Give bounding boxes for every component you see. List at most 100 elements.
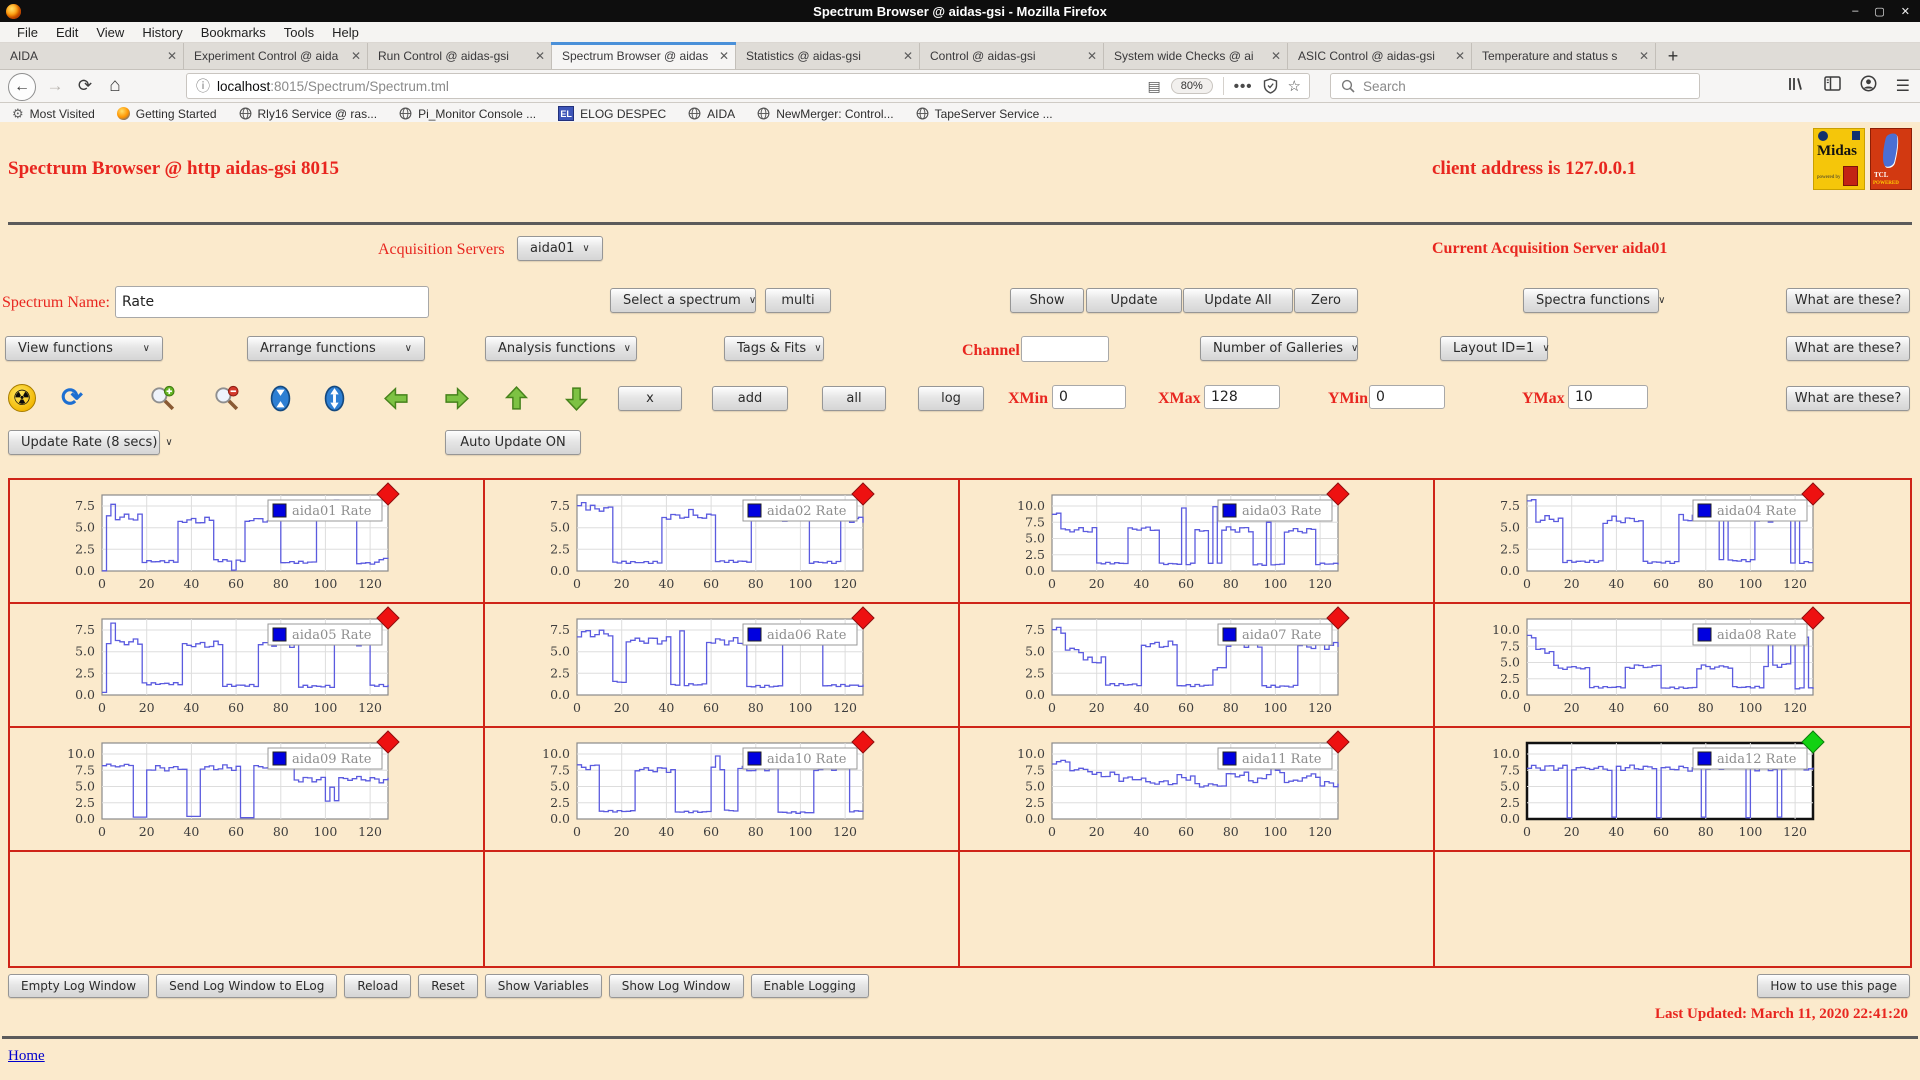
empty-log-window-button[interactable]: Empty Log Window bbox=[8, 974, 150, 998]
page-actions-icon[interactable]: ••• bbox=[1234, 78, 1253, 95]
all-button[interactable]: all bbox=[822, 386, 886, 411]
tab-close-icon[interactable]: ✕ bbox=[903, 49, 913, 63]
menu-help[interactable]: Help bbox=[323, 24, 368, 41]
tab-statistics-aidas-gsi[interactable]: Statistics @ aidas-gsi ✕ bbox=[736, 43, 920, 69]
bookmark-rly16-service-ras[interactable]: Rly16 Service @ ras... bbox=[239, 107, 377, 121]
zero-button[interactable]: Zero bbox=[1294, 288, 1358, 313]
tab-aida[interactable]: AIDA ✕ bbox=[0, 43, 184, 69]
ymax-input[interactable] bbox=[1568, 385, 1648, 409]
bookmark-tapeserver-service[interactable]: TapeServer Service ... bbox=[916, 107, 1053, 121]
number-of-galleries-dropdown[interactable]: Number of Galleries ∨ bbox=[1200, 336, 1358, 361]
library-icon[interactable] bbox=[1787, 76, 1805, 97]
new-tab-button[interactable]: + bbox=[1656, 43, 1690, 69]
arrange-functions-dropdown[interactable]: Arrange functions ∨ bbox=[247, 336, 425, 361]
spectrum-chart-cell-10[interactable]: 0.0 2.5 5.0 7.5 10.0 0 20 40 60 80 100 120 aida10 Ra… bbox=[485, 728, 960, 852]
select-spectrum-dropdown[interactable]: Select a spectrum ∨ bbox=[610, 288, 756, 313]
what-are-these-button-2[interactable]: What are these? bbox=[1786, 336, 1910, 361]
expand-vertical-icon[interactable] bbox=[320, 384, 348, 412]
show-log-window-button[interactable]: Show Log Window bbox=[608, 974, 744, 998]
tab-close-icon[interactable]: ✕ bbox=[1455, 49, 1465, 63]
reader-mode-icon[interactable]: ▤ bbox=[1148, 78, 1161, 95]
spectrum-chart-cell-2[interactable]: 0.0 2.5 5.0 7.5 0 20 40 60 80 100 120 aida02 Rate bbox=[485, 480, 960, 604]
arrow-left-icon[interactable] bbox=[382, 384, 410, 412]
log-button[interactable]: log bbox=[918, 386, 984, 411]
tab-close-icon[interactable]: ✕ bbox=[1639, 49, 1649, 63]
zoom-in-icon[interactable] bbox=[148, 384, 176, 412]
tab-close-icon[interactable]: ✕ bbox=[1087, 49, 1097, 63]
spectra-functions-dropdown[interactable]: Spectra functions ∨ bbox=[1523, 288, 1665, 313]
home-button[interactable]: ⌂ bbox=[102, 73, 128, 99]
tab-spectrum-browser-aidas[interactable]: Spectrum Browser @ aidas ✕ bbox=[551, 42, 736, 69]
back-button[interactable]: ← bbox=[8, 73, 36, 101]
ymin-input[interactable] bbox=[1369, 385, 1445, 409]
pocket-shield-icon[interactable] bbox=[1263, 78, 1278, 94]
acquisition-server-select[interactable]: aida01 ∨ bbox=[517, 236, 603, 261]
spectrum-chart-cell-7[interactable]: 0.0 2.5 5.0 7.5 0 20 40 60 80 100 120 aida07 Rate bbox=[960, 604, 1435, 728]
what-are-these-button-3[interactable]: What are these? bbox=[1786, 386, 1910, 411]
view-functions-dropdown[interactable]: View functions ∨ bbox=[5, 336, 163, 361]
bookmark-star-icon[interactable]: ☆ bbox=[1288, 77, 1301, 95]
arrow-down-icon[interactable] bbox=[562, 384, 590, 412]
spectrum-name-input[interactable] bbox=[115, 286, 429, 318]
how-to-use-button[interactable]: How to use this page bbox=[1757, 974, 1910, 998]
what-are-these-button-1[interactable]: What are these? bbox=[1786, 288, 1910, 313]
spectrum-chart-cell-1[interactable]: 0.0 2.5 5.0 7.5 0 20 40 60 80 100 120 aida01 Rate bbox=[10, 480, 485, 604]
maximize-window-icon[interactable]: ▢ bbox=[1874, 5, 1884, 18]
bookmark-elog-despec[interactable]: EL ELOG DESPEC bbox=[558, 106, 666, 121]
bookmark-pi-monitor-console[interactable]: Pi_Monitor Console ... bbox=[399, 107, 536, 121]
bookmark-getting-started[interactable]: Getting Started bbox=[116, 107, 217, 121]
menu-bookmarks[interactable]: Bookmarks bbox=[192, 24, 275, 41]
analysis-functions-dropdown[interactable]: Analysis functions ∨ bbox=[485, 336, 637, 361]
menu-tools[interactable]: Tools bbox=[275, 24, 323, 41]
tags-fits-dropdown[interactable]: Tags & Fits ∨ bbox=[724, 336, 824, 361]
show-variables-button[interactable]: Show Variables bbox=[484, 974, 602, 998]
collapse-vertical-icon[interactable] bbox=[266, 384, 294, 412]
auto-update-button[interactable]: Auto Update ON bbox=[445, 430, 581, 455]
menu-edit[interactable]: Edit bbox=[47, 24, 87, 41]
spectrum-chart-cell-9[interactable]: 0.0 2.5 5.0 7.5 10.0 0 20 40 60 80 100 120 aida09 Ra… bbox=[10, 728, 485, 852]
x-button[interactable]: x bbox=[618, 386, 682, 411]
home-link[interactable]: Home bbox=[8, 1048, 45, 1065]
spectrum-chart-cell-12[interactable]: 0.0 2.5 5.0 7.5 10.0 0 20 40 60 80 100 120 aida12 Ra… bbox=[1435, 728, 1910, 852]
update-button[interactable]: Update bbox=[1086, 288, 1182, 313]
tab-temperature-and-status-s[interactable]: Temperature and status s ✕ bbox=[1472, 43, 1656, 69]
tab-system-wide-checks-ai[interactable]: System wide Checks @ ai ✕ bbox=[1104, 43, 1288, 69]
arrow-right-icon[interactable] bbox=[442, 384, 470, 412]
tab-control-aidas-gsi[interactable]: Control @ aidas-gsi ✕ bbox=[920, 43, 1104, 69]
tab-asic-control-aidas-gsi[interactable]: ASIC Control @ aidas-gsi ✕ bbox=[1288, 43, 1472, 69]
spectrum-chart-cell-4[interactable]: 0.0 2.5 5.0 7.5 0 20 40 60 80 100 120 aida04 Rate bbox=[1435, 480, 1910, 604]
forward-button[interactable]: → bbox=[42, 73, 68, 99]
spectrum-chart-cell-5[interactable]: 0.0 2.5 5.0 7.5 0 20 40 60 80 100 120 aida05 Rate bbox=[10, 604, 485, 728]
menu-file[interactable]: File bbox=[8, 24, 47, 41]
minimize-window-icon[interactable]: – bbox=[1852, 5, 1858, 18]
spectrum-chart-cell-6[interactable]: 0.0 2.5 5.0 7.5 0 20 40 60 80 100 120 aida06 Rate bbox=[485, 604, 960, 728]
layout-id-dropdown[interactable]: Layout ID=1 ∨ bbox=[1440, 336, 1550, 361]
spectrum-chart-cell-3[interactable]: 0.0 2.5 5.0 7.5 10.0 0 20 40 60 80 100 120 aida03 Ra… bbox=[960, 480, 1435, 604]
enable-logging-button[interactable]: Enable Logging bbox=[750, 974, 869, 998]
reload-button[interactable]: Reload bbox=[344, 974, 412, 998]
spectrum-chart-cell-8[interactable]: 0.0 2.5 5.0 7.5 10.0 0 20 40 60 80 100 120 aida08 Ra… bbox=[1435, 604, 1910, 728]
tab-close-icon[interactable]: ✕ bbox=[535, 49, 545, 63]
show-button[interactable]: Show bbox=[1010, 288, 1084, 313]
search-bar[interactable]: Search bbox=[1330, 73, 1700, 99]
channel-input[interactable] bbox=[1021, 336, 1109, 362]
update-all-button[interactable]: Update All bbox=[1183, 288, 1293, 313]
tab-experiment-control-aida[interactable]: Experiment Control @ aida ✕ bbox=[184, 43, 368, 69]
bookmark-most-visited[interactable]: ⚙ Most Visited bbox=[12, 106, 95, 122]
site-info-icon[interactable]: ⓘ bbox=[196, 76, 210, 96]
menu-view[interactable]: View bbox=[87, 24, 133, 41]
send-log-window-to-elog-button[interactable]: Send Log Window to ELog bbox=[156, 974, 338, 998]
reload-button[interactable]: ⟳ bbox=[72, 73, 98, 99]
tab-close-icon[interactable]: ✕ bbox=[167, 49, 177, 63]
update-rate-dropdown[interactable]: Update Rate (8 secs) ∨ bbox=[8, 430, 173, 455]
spectrum-chart-cell-11[interactable]: 0.0 2.5 5.0 7.5 10.0 0 20 40 60 80 100 120 aida11 Ra… bbox=[960, 728, 1435, 852]
close-window-icon[interactable]: ✕ bbox=[1901, 5, 1910, 18]
tab-close-icon[interactable]: ✕ bbox=[719, 49, 729, 63]
menu-history[interactable]: History bbox=[133, 24, 191, 41]
refresh-icon[interactable]: ⟳ bbox=[58, 383, 86, 412]
zoom-level-badge[interactable]: 80% bbox=[1170, 78, 1213, 94]
add-button[interactable]: add bbox=[712, 386, 788, 411]
url-bar[interactable]: ⓘ localhost :8015/Spectrum/Spectrum.tml … bbox=[186, 73, 1310, 99]
tab-run-control-aidas-gsi[interactable]: Run Control @ aidas-gsi ✕ bbox=[368, 43, 552, 69]
arrow-up-icon[interactable] bbox=[502, 384, 530, 412]
